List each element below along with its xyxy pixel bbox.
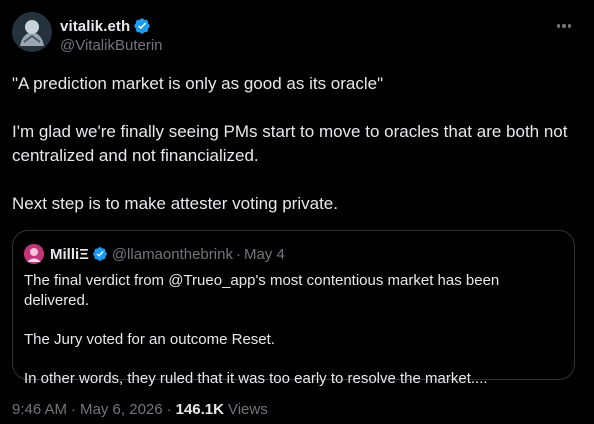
- tweet-date[interactable]: May 6, 2026: [80, 401, 163, 418]
- quoted-verified-badge-icon[interactable]: [92, 246, 108, 262]
- author-avatar[interactable]: [12, 12, 52, 52]
- author-avatar-image: [12, 12, 52, 52]
- author-display-name[interactable]: vitalik.eth: [60, 18, 130, 35]
- tweet-paragraph: "A prediction market is only as good as …: [12, 74, 384, 93]
- quoted-author-avatar-image: [24, 244, 44, 264]
- quoted-tweet-date[interactable]: May 4: [244, 246, 285, 263]
- quoted-author-display-name[interactable]: MilliΞ: [50, 246, 89, 263]
- tweet-paragraph: Next step is to make attester voting pri…: [12, 194, 338, 213]
- quoted-author-handle[interactable]: @llamaonthebrink: [112, 246, 233, 263]
- tweet-paragraph: I'm glad we're finally seeing PMs start …: [12, 122, 568, 165]
- tweet-header: vitalik.eth @VitalikButerin: [12, 12, 582, 60]
- meta-separator: ·: [166, 401, 172, 418]
- author-handle[interactable]: @VitalikButerin: [60, 37, 163, 54]
- quoted-author-avatar[interactable]: [24, 244, 44, 264]
- verified-badge-icon[interactable]: [133, 17, 151, 35]
- tweet-time[interactable]: 9:46 AM: [12, 401, 67, 418]
- author-info: vitalik.eth @VitalikButerin: [60, 16, 163, 55]
- quoted-tweet-body: The final verdict from @Trueo_app's most…: [24, 271, 564, 408]
- quoted-tweet-paragraph: The Jury voted for an outcome Reset.: [24, 331, 275, 348]
- quoted-separator: ·: [235, 245, 241, 263]
- tweet-meta: 9:46 AM · May 6, 2026 · 146.1K Views: [12, 401, 268, 418]
- quoted-tweet-paragraph: The final verdict from @Trueo_app's most…: [24, 272, 500, 309]
- quoted-tweet-header: MilliΞ @llamaonthebrink · May 4: [24, 244, 285, 264]
- quoted-tweet-paragraph: In other words, they ruled that it was t…: [24, 370, 488, 387]
- more-options-icon[interactable]: [552, 16, 576, 36]
- views-label: Views: [227, 401, 268, 418]
- tweet-card: vitalik.eth @VitalikButerin "A predictio…: [0, 0, 594, 424]
- views-count: 146.1K: [175, 401, 224, 418]
- quoted-tweet[interactable]: MilliΞ @llamaonthebrink · May 4 The fina…: [12, 230, 575, 387]
- meta-separator: ·: [71, 401, 77, 418]
- tweet-body: "A prediction market is only as good as …: [12, 72, 584, 240]
